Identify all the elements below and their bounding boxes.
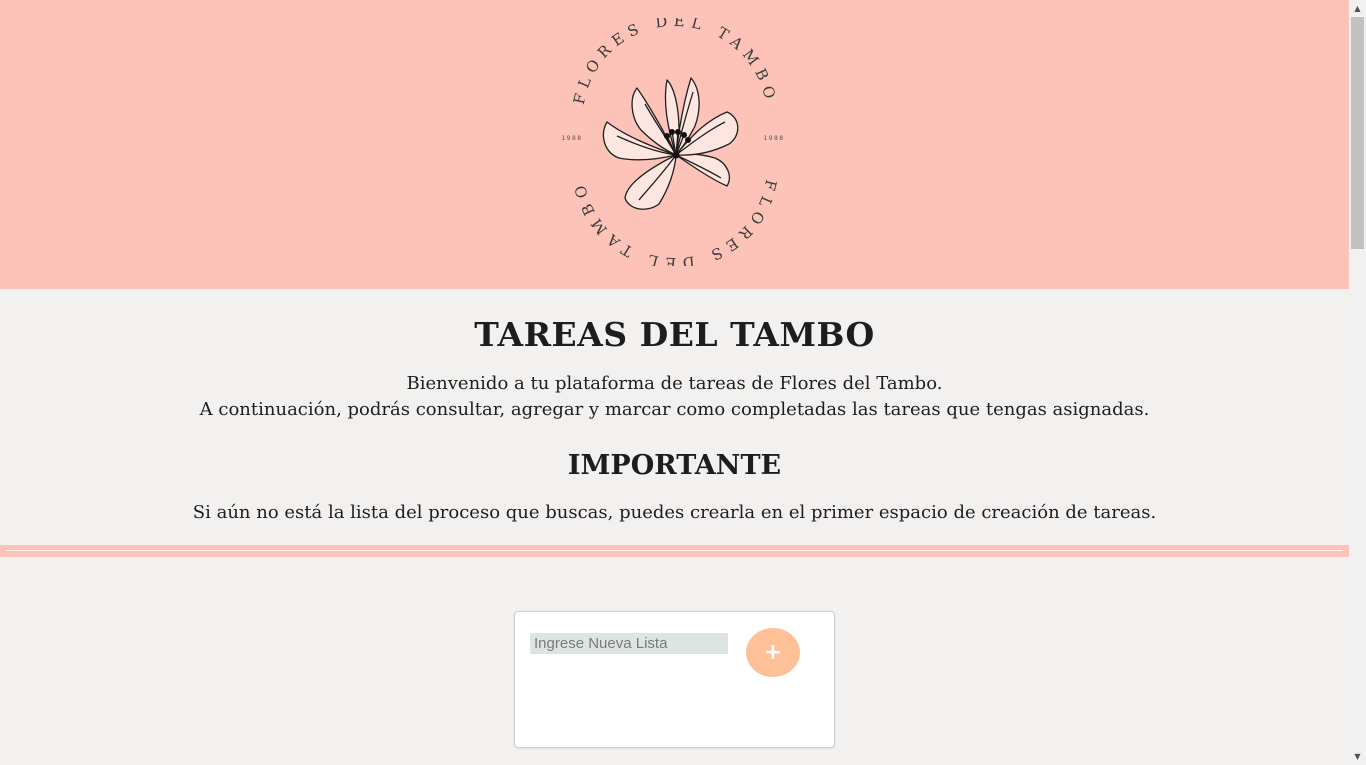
important-heading: IMPORTANTE <box>567 450 782 481</box>
logo-year-left: 1988 <box>561 135 582 142</box>
add-list-button[interactable]: + <box>746 628 800 677</box>
scrollbar-thumb[interactable] <box>1351 17 1364 249</box>
scroll-up-icon[interactable]: ▲ <box>1349 0 1366 17</box>
important-note: Si aún no está la lista del proceso que … <box>192 502 1157 523</box>
divider-line <box>6 550 1343 551</box>
header-banner: FLORES DEL TAMBO FLORES DEL TAMBO 1988 1… <box>0 0 1349 289</box>
logo-text-top: FLORES DEL TAMBO <box>570 12 774 106</box>
brand-logo: FLORES DEL TAMBO FLORES DEL TAMBO 1988 1… <box>555 12 791 273</box>
page-title: TAREAS DEL TAMBO <box>474 315 875 354</box>
logo-year-right: 1988 <box>763 135 784 142</box>
welcome-line-2: A continuación, podrás consultar, agrega… <box>199 399 1150 420</box>
section-divider <box>0 545 1349 557</box>
scroll-down-icon[interactable]: ▼ <box>1349 748 1366 765</box>
vertical-scrollbar[interactable]: ▲ ▼ <box>1349 0 1366 765</box>
page: FLORES DEL TAMBO FLORES DEL TAMBO 1988 1… <box>0 0 1349 765</box>
welcome-line-1: Bienvenido a tu plataforma de tareas de … <box>406 373 943 394</box>
svg-text:FLORES DEL TAMBO: FLORES DEL TAMBO <box>570 178 780 266</box>
new-list-input[interactable] <box>530 633 728 654</box>
svg-text:FLORES DEL TAMBO: FLORES DEL TAMBO <box>570 18 780 106</box>
welcome-text: Bienvenido a tu plataforma de tareas de … <box>0 371 1349 423</box>
flower-icon: FLORES DEL TAMBO FLORES DEL TAMBO 1988 1… <box>561 12 784 273</box>
logo-text-bottom: FLORES DEL TAMBO <box>570 178 774 272</box>
new-list-card: + <box>514 611 835 748</box>
